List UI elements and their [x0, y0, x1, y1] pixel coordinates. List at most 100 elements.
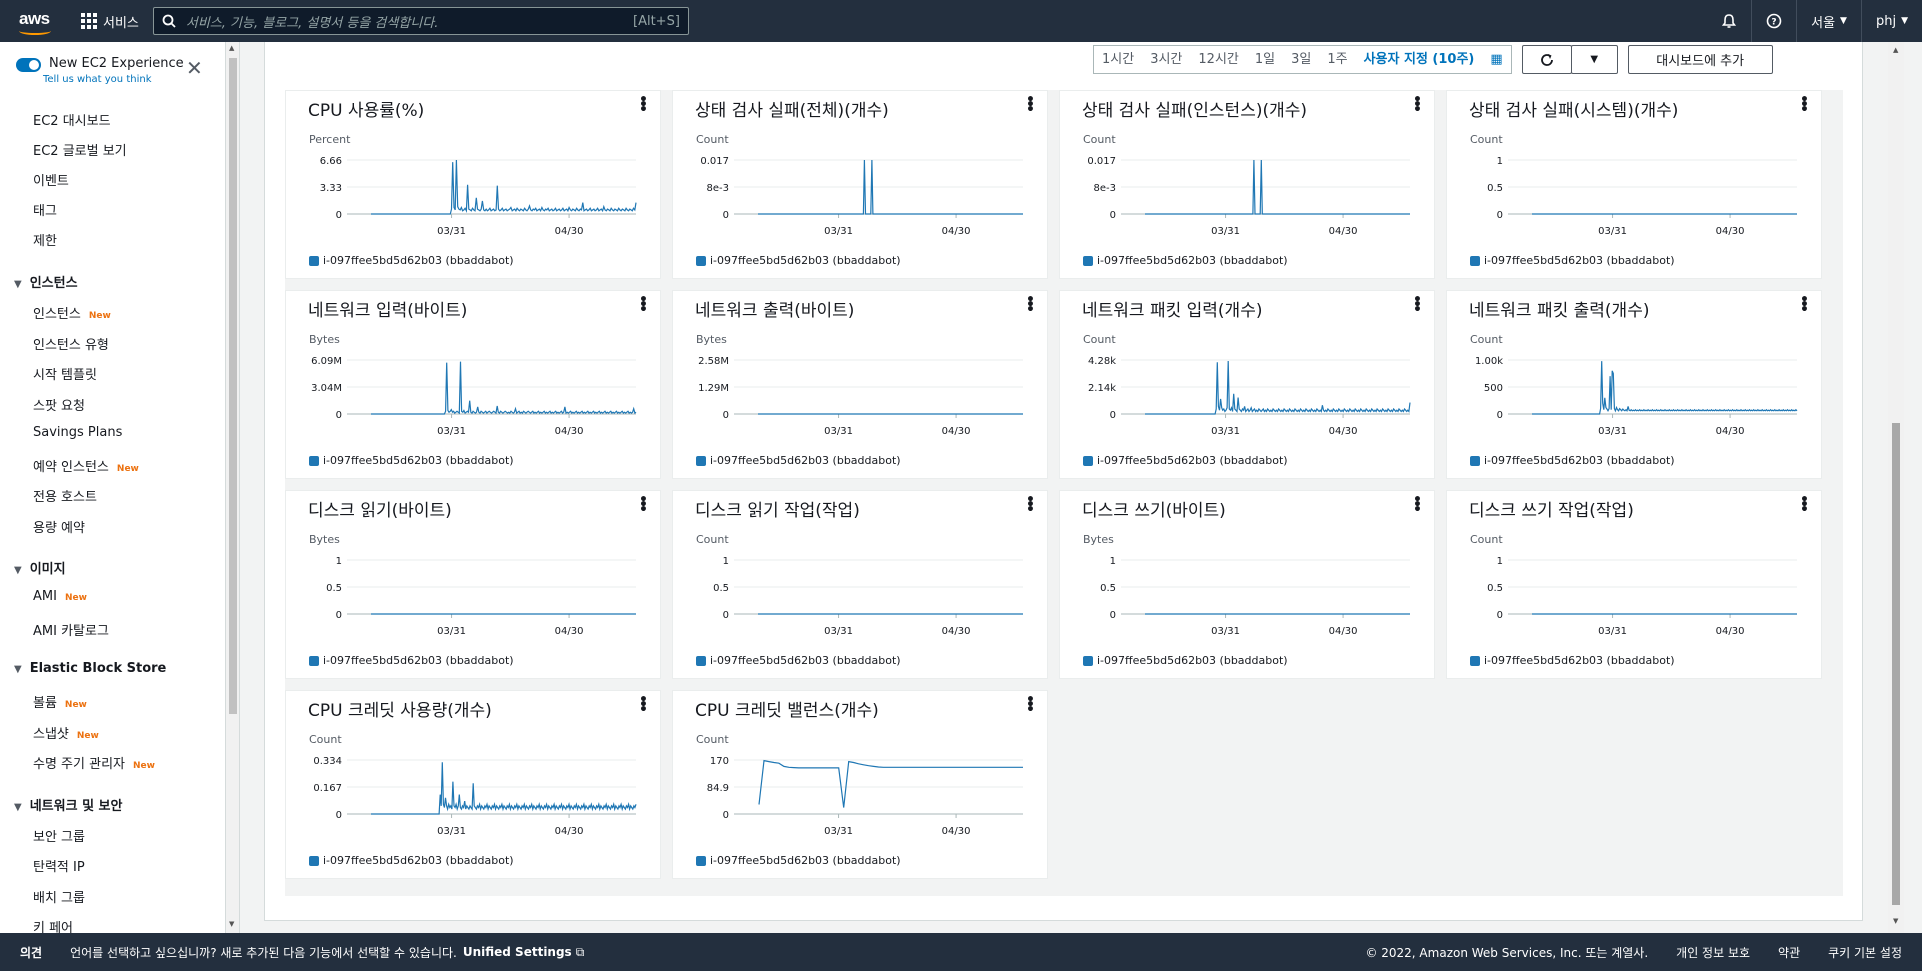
legend-label: i-097ffee5bd5d62b03 (bbaddabot)	[1097, 654, 1288, 667]
main-scrollbar[interactable]: ▲ ▼	[1888, 42, 1904, 933]
search-placeholder: 서비스, 기능, 블로그, 설명서 등을 검색합니다.	[185, 15, 439, 31]
feedback-button[interactable]: 의견	[0, 944, 62, 961]
account-menu[interactable]: phj ▼	[1860, 0, 1922, 42]
sidebar-section-header[interactable]: 네트워크 및 보안	[14, 795, 123, 814]
sidebar-item[interactable]: AMI New	[33, 589, 87, 604]
time-range-option[interactable]: 사용자 지정 (10주)	[1356, 46, 1483, 73]
legend-item[interactable]: i-097ffee5bd5d62b03 (bbaddabot)	[696, 254, 901, 267]
legend-item[interactable]: i-097ffee5bd5d62b03 (bbaddabot)	[696, 654, 901, 667]
sidebar-section-header[interactable]: 이미지	[14, 558, 66, 577]
new-badge: New	[76, 730, 99, 741]
sidebar-item[interactable]: 예약 인스턴스 New	[33, 456, 139, 475]
legend-label: i-097ffee5bd5d62b03 (bbaddabot)	[1097, 454, 1288, 467]
legend-item[interactable]: i-097ffee5bd5d62b03 (bbaddabot)	[696, 454, 901, 467]
sidebar-section-header[interactable]: 인스턴스	[14, 272, 78, 291]
add-to-dashboard-button[interactable]: 대시보드에 추가	[1627, 45, 1773, 74]
caret-down-icon: ▼	[1840, 16, 1847, 26]
sidebar-scrollbar[interactable]: ▲ ▼	[226, 42, 240, 933]
legend-item[interactable]: i-097ffee5bd5d62b03 (bbaddabot)	[309, 854, 514, 867]
more-options-icon[interactable]: • • •	[1026, 93, 1035, 117]
sidebar-item[interactable]: 볼륨 New	[33, 692, 87, 711]
services-menu-button[interactable]: 서비스	[81, 12, 139, 31]
close-icon[interactable]: ✕	[186, 56, 203, 80]
legend-item[interactable]: i-097ffee5bd5d62b03 (bbaddabot)	[1470, 254, 1675, 267]
metric-widget: CPU 크레딧 밸런스(개수) • • • Count 170 84.9 0 03/31 04/3…	[672, 690, 1048, 879]
help-button[interactable]: ?	[1751, 0, 1796, 42]
more-options-icon[interactable]: • • •	[1026, 493, 1035, 517]
unified-settings-link[interactable]: Unified Settings	[463, 945, 572, 959]
sidebar-item[interactable]: 인스턴스 유형	[33, 334, 109, 353]
cookie-preferences-link[interactable]: 쿠키 기본 설정	[1828, 944, 1902, 961]
sidebar-item[interactable]: 태그	[33, 200, 57, 219]
feedback-link[interactable]: Tell us what you think	[43, 74, 184, 85]
aws-logo[interactable]: aws	[15, 4, 65, 38]
legend-item[interactable]: i-097ffee5bd5d62b03 (bbaddabot)	[1083, 254, 1288, 267]
legend-item[interactable]: i-097ffee5bd5d62b03 (bbaddabot)	[1470, 454, 1675, 467]
legend-label: i-097ffee5bd5d62b03 (bbaddabot)	[710, 854, 901, 867]
y-tick-label: 1	[1110, 556, 1116, 567]
legend-item[interactable]: i-097ffee5bd5d62b03 (bbaddabot)	[1083, 654, 1288, 667]
language-message: 언어를 선택하고 싶으십니까? 새로 추가된 다음 기능에서 선택할 수 있습니…	[70, 945, 457, 960]
more-options-icon[interactable]: • • •	[1413, 293, 1422, 317]
time-range-option[interactable]: 3시간	[1142, 46, 1190, 73]
terms-link[interactable]: 약관	[1778, 944, 1800, 961]
sidebar-item[interactable]: 시작 템플릿	[33, 364, 97, 383]
time-range-option[interactable]: 12시간	[1190, 46, 1246, 73]
time-range-option[interactable]: 3일	[1283, 46, 1319, 73]
sidebar-item[interactable]: 용량 예약	[33, 517, 85, 536]
legend-item[interactable]: i-097ffee5bd5d62b03 (bbaddabot)	[1470, 654, 1675, 667]
sidebar-item[interactable]: 수명 주기 관리자 New	[33, 753, 155, 772]
privacy-link[interactable]: 개인 정보 보호	[1676, 944, 1750, 961]
sidebar-item[interactable]: EC2 대시보드	[33, 110, 111, 129]
legend-item[interactable]: i-097ffee5bd5d62b03 (bbaddabot)	[696, 854, 901, 867]
sidebar-section-header[interactable]: Elastic Block Store	[14, 661, 167, 676]
x-tick-label: 03/31	[824, 626, 853, 637]
sidebar-item[interactable]: 키 페어	[33, 917, 73, 933]
sidebar-item[interactable]: AMI 카탈로그	[33, 620, 109, 639]
legend-item[interactable]: i-097ffee5bd5d62b03 (bbaddabot)	[309, 254, 514, 267]
y-tick-label: 3.04M	[311, 383, 342, 394]
region-selector[interactable]: 서울 ▼	[1796, 0, 1861, 42]
more-options-icon[interactable]: • • •	[639, 293, 648, 317]
legend-label: i-097ffee5bd5d62b03 (bbaddabot)	[323, 454, 514, 467]
sidebar-item[interactable]: 인스턴스 New	[33, 303, 111, 322]
more-options-icon[interactable]: • • •	[1800, 293, 1809, 317]
time-range-option[interactable]: 1일	[1247, 46, 1283, 73]
more-options-icon[interactable]: • • •	[1413, 93, 1422, 117]
more-options-icon[interactable]: • • •	[639, 693, 648, 717]
more-options-icon[interactable]: • • •	[639, 493, 648, 517]
more-options-icon[interactable]: • • •	[639, 93, 648, 117]
more-options-icon[interactable]: • • •	[1800, 493, 1809, 517]
sidebar-item[interactable]: 제한	[33, 230, 57, 249]
time-range-option[interactable]: 1시간	[1094, 46, 1142, 73]
notifications-button[interactable]	[1707, 0, 1751, 42]
more-options-icon[interactable]: • • •	[1026, 693, 1035, 717]
sidebar-item[interactable]: 스팟 요청	[33, 395, 85, 414]
sidebar-item[interactable]: 보안 그룹	[33, 826, 85, 845]
sidebar-item[interactable]: 스냅샷 New	[33, 723, 99, 742]
sidebar-item[interactable]: EC2 글로벌 보기	[33, 140, 127, 159]
search-input[interactable]: 서비스, 기능, 블로그, 설명서 등을 검색합니다. [Alt+S]	[152, 7, 689, 35]
sidebar-item[interactable]: Savings Plans	[33, 425, 122, 440]
sidebar-item[interactable]: 배치 그룹	[33, 887, 85, 906]
sidebar-item[interactable]: 전용 호스트	[33, 486, 97, 505]
calendar-icon[interactable]: ▦	[1482, 46, 1510, 73]
sidebar-item[interactable]: 탄력적 IP	[33, 856, 85, 875]
toggle-switch[interactable]	[16, 58, 41, 72]
refresh-button[interactable]	[1521, 45, 1572, 74]
legend-label: i-097ffee5bd5d62b03 (bbaddabot)	[323, 854, 514, 867]
scrollbar-thumb[interactable]	[1892, 423, 1900, 905]
widget-title: 네트워크 패킷 입력(개수)	[1082, 301, 1263, 321]
legend-swatch	[1083, 655, 1093, 666]
scrollbar-thumb[interactable]	[229, 58, 237, 714]
y-tick-label: 0.017	[1087, 156, 1116, 167]
sidebar-item[interactable]: 이벤트	[33, 170, 69, 189]
more-options-icon[interactable]: • • •	[1413, 493, 1422, 517]
more-options-icon[interactable]: • • •	[1800, 93, 1809, 117]
legend-item[interactable]: i-097ffee5bd5d62b03 (bbaddabot)	[309, 454, 514, 467]
legend-item[interactable]: i-097ffee5bd5d62b03 (bbaddabot)	[1083, 454, 1288, 467]
time-range-option[interactable]: 1주	[1319, 46, 1355, 73]
refresh-options-dropdown[interactable]: ▼	[1570, 45, 1618, 74]
more-options-icon[interactable]: • • •	[1026, 293, 1035, 317]
legend-item[interactable]: i-097ffee5bd5d62b03 (bbaddabot)	[309, 654, 514, 667]
